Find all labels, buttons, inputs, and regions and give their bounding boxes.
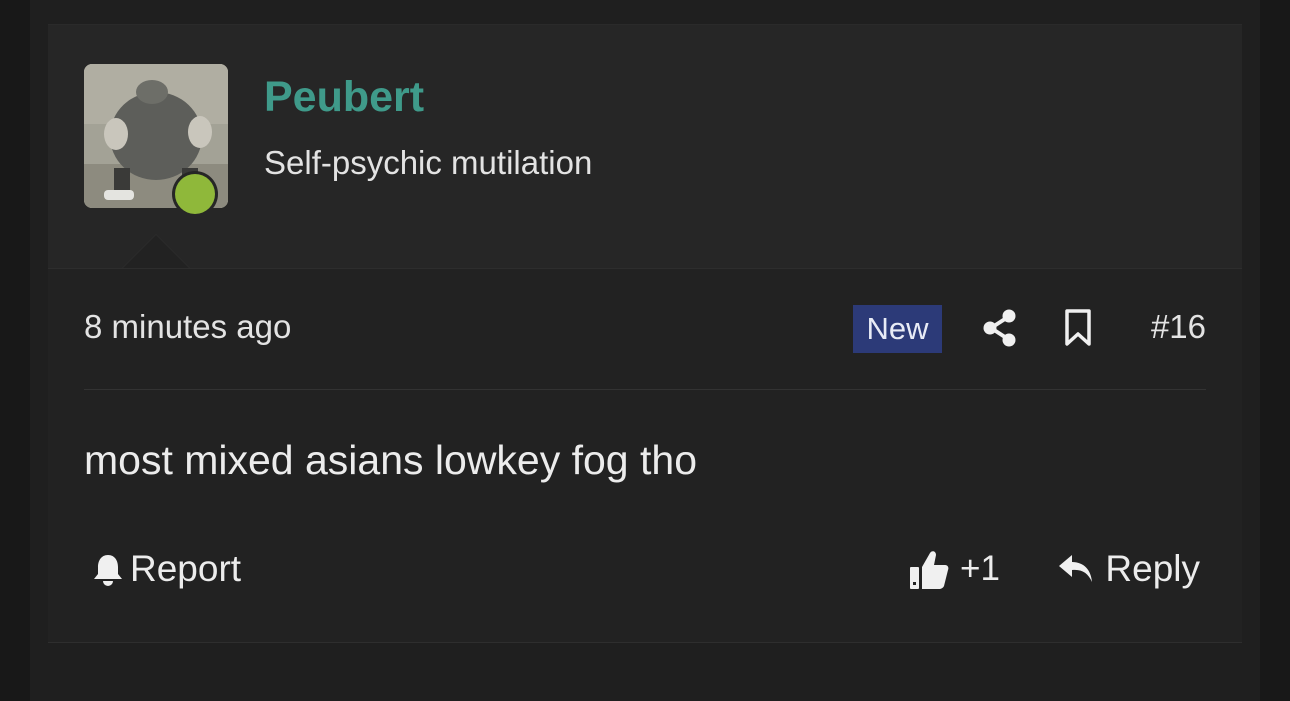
new-badge: New — [853, 305, 942, 353]
post-number-link[interactable]: #16 — [1151, 307, 1206, 347]
pointer-arrow — [123, 235, 189, 268]
like-button[interactable]: +1 — [908, 543, 1000, 595]
report-label: Report — [130, 548, 242, 589]
post-author-block: Peubert Self-psychic mutilation — [48, 25, 1242, 269]
reply-button[interactable]: Reply — [1057, 543, 1200, 595]
reply-label: Reply — [1105, 548, 1200, 589]
forum-post: Peubert Self-psychic mutilation 8 minute… — [48, 24, 1242, 643]
reply-arrow-icon — [1059, 555, 1093, 582]
report-button[interactable]: Report — [92, 543, 241, 595]
meta-divider — [84, 389, 1206, 390]
post-message: most mixed asians lowkey fog tho — [84, 437, 697, 483]
author-username[interactable]: Peubert — [264, 71, 424, 123]
online-status-indicator — [172, 171, 218, 217]
share-icon[interactable] — [980, 308, 1020, 348]
bookmark-icon[interactable] — [1062, 308, 1094, 348]
post-timestamp[interactable]: 8 minutes ago — [84, 307, 291, 347]
thumbs-up-icon — [910, 551, 949, 589]
online-status-dot — [175, 174, 215, 214]
bell-icon — [94, 555, 122, 586]
post-meta-row: 8 minutes ago New #16 — [84, 303, 1206, 353]
like-count: +1 — [960, 549, 1000, 588]
author-title: Self-psychic mutilation — [264, 144, 593, 181]
post-actions: Report +1 Reply — [84, 543, 1206, 595]
